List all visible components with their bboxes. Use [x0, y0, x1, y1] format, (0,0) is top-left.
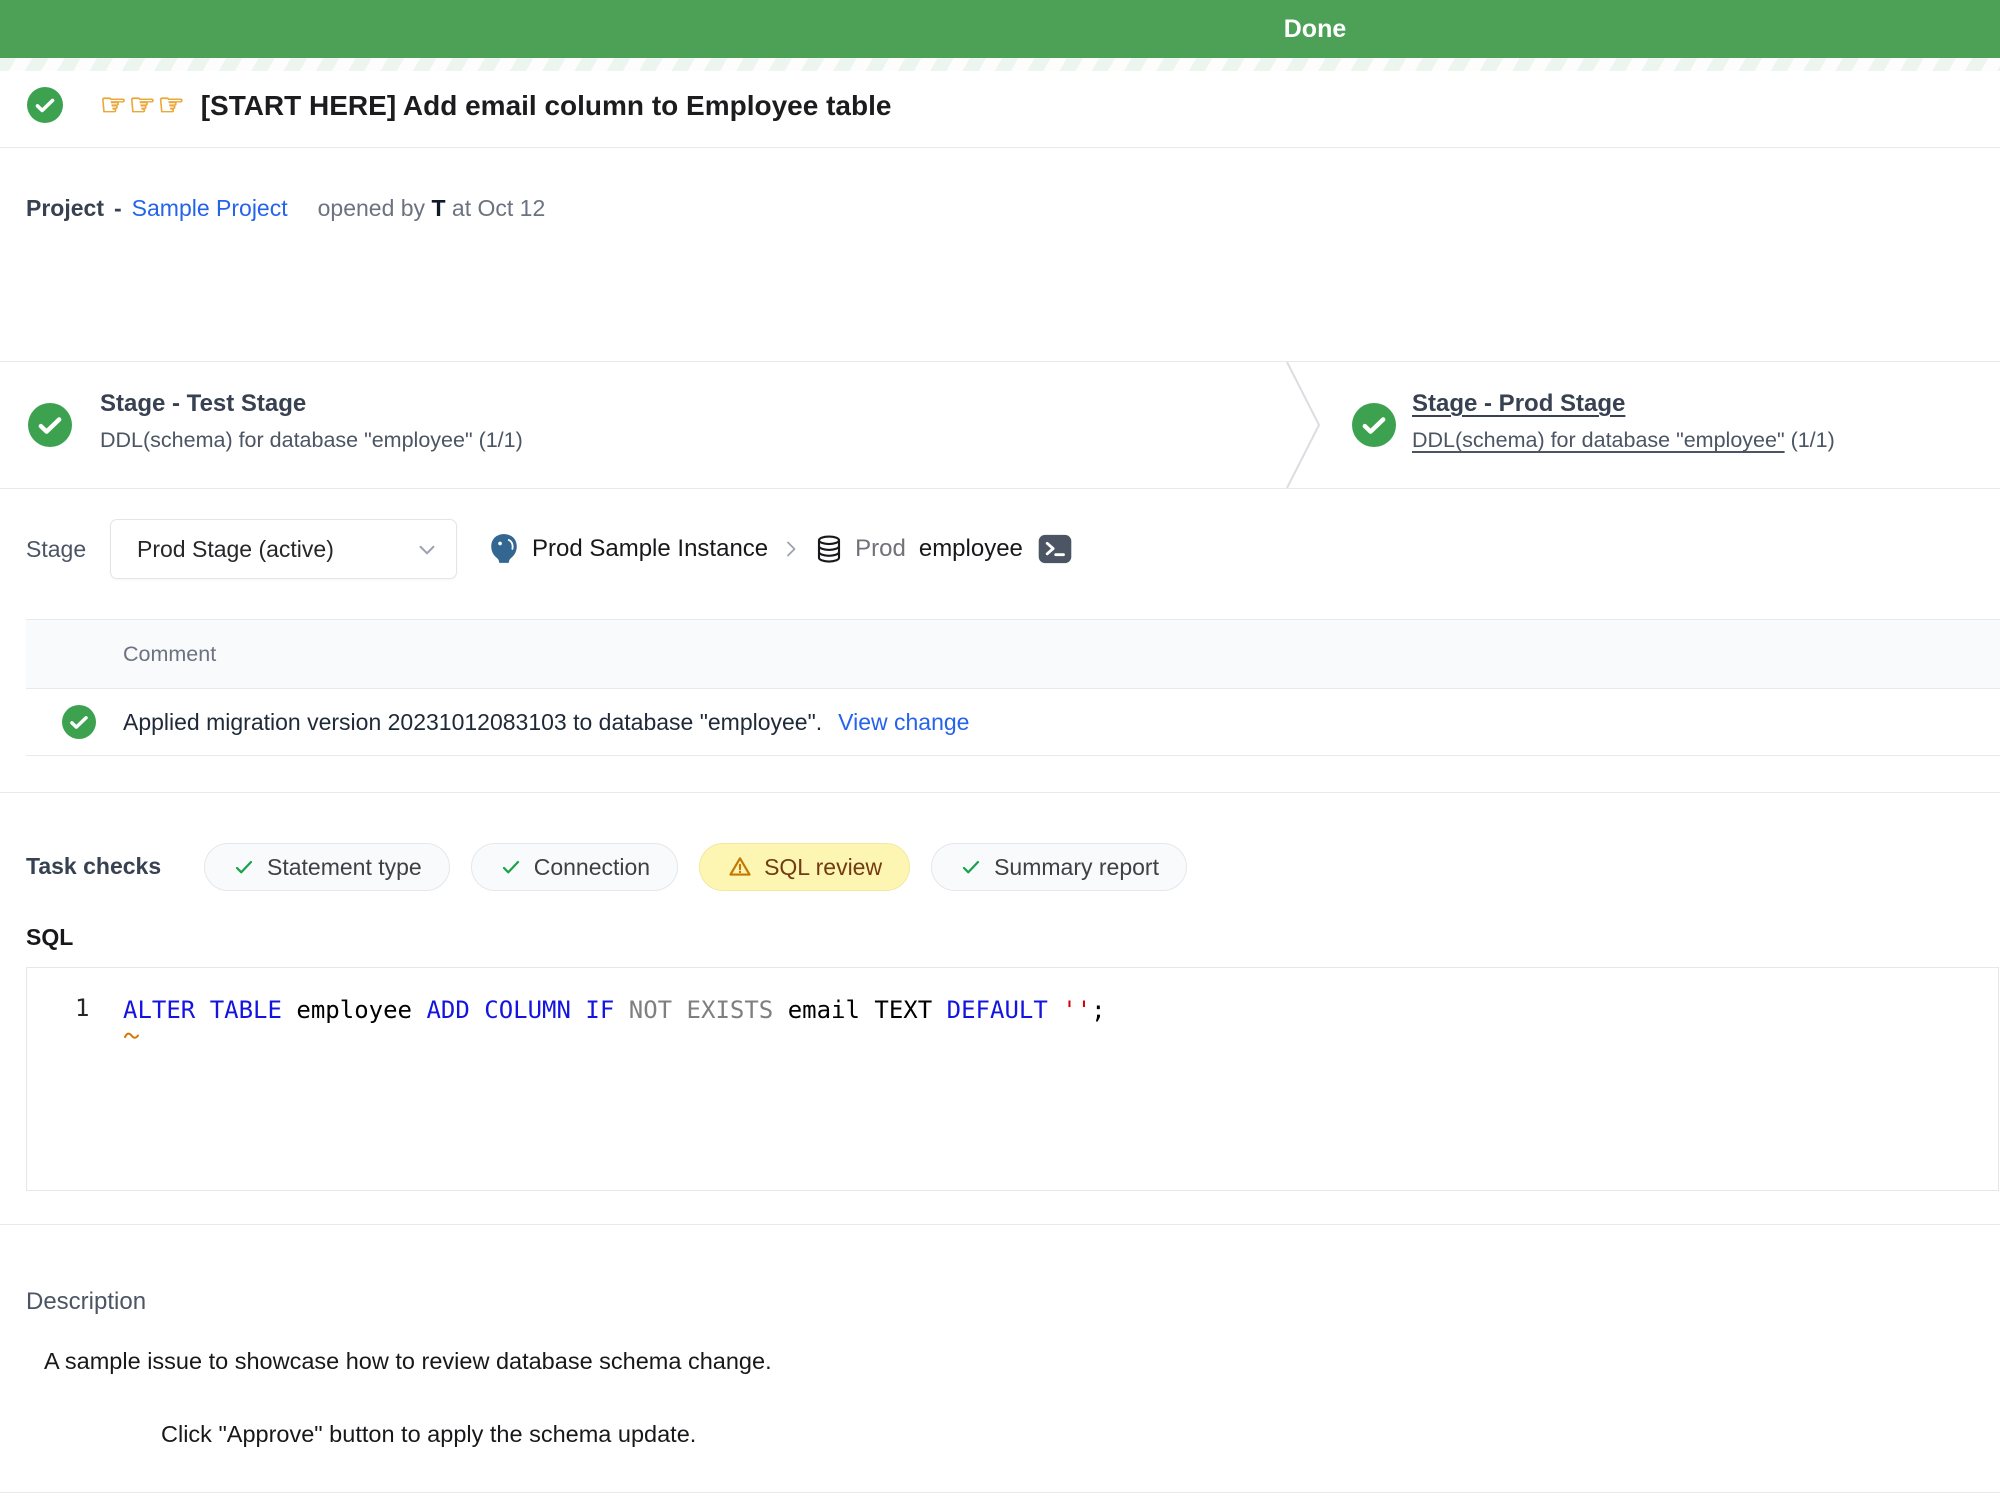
task-check-pill-summary-report[interactable]: Summary report: [931, 843, 1187, 891]
banner-pattern-strip: [0, 58, 2000, 71]
issue-title-text: [START HERE] Add email column to Employe…: [201, 90, 892, 121]
stage-title-link[interactable]: Stage - Prod Stage: [1412, 390, 1835, 418]
pointer-emoji: ☞☞☞: [100, 89, 187, 122]
chevron-down-icon: [414, 537, 440, 563]
description-line: A sample issue to showcase how to review…: [44, 1348, 772, 1375]
sql-token: employee: [282, 996, 427, 1024]
task-check-label: SQL review: [764, 854, 882, 881]
database-breadcrumb: Prod Sample Instance Prod employee: [487, 518, 1072, 580]
sql-heading: SQL: [26, 924, 73, 951]
sql-token: ADD COLUMN IF: [426, 996, 614, 1024]
line-number: 1: [75, 994, 89, 1022]
check-icon: [499, 855, 523, 879]
stage-task: DDL(schema) for database "employee" (1/1…: [100, 428, 523, 453]
stage-selector-label: Stage: [26, 518, 86, 580]
section-divider: [0, 792, 2000, 793]
task-check-pill-statement-type[interactable]: Statement type: [204, 843, 450, 891]
sql-token: [1048, 996, 1062, 1024]
project-separator: -: [114, 195, 122, 221]
postgresql-icon: [487, 532, 521, 566]
comment-column-header: Comment: [123, 620, 2000, 688]
sql-editor[interactable]: 1 ALTER TABLE employee ADD COLUMN IF NOT…: [26, 967, 1999, 1191]
task-check-pill-connection[interactable]: Connection: [471, 843, 678, 891]
description-line: Click "Approve" button to apply the sche…: [161, 1421, 696, 1448]
bottom-divider: [0, 1492, 2000, 1493]
sql-token: email TEXT: [773, 996, 946, 1024]
open-sql-console-button[interactable]: [1038, 534, 1072, 564]
database-icon: [814, 534, 844, 564]
sql-token: NOT EXISTS: [629, 996, 774, 1024]
issue-title: ☞☞☞ [START HERE] Add email column to Empl…: [100, 88, 891, 123]
section-divider: [0, 1224, 2000, 1225]
comment-done-check-icon: [62, 705, 96, 739]
stage-done-check-icon: [28, 403, 72, 447]
stage-select[interactable]: Prod Stage (active): [110, 519, 457, 579]
sql-token: ALTER TABLE: [123, 996, 282, 1024]
description-heading: Description: [26, 1288, 146, 1316]
comment-row: Applied migration version 20231012083103…: [26, 689, 2000, 756]
sql-token: [614, 996, 628, 1024]
chevron-right-icon: [779, 537, 803, 561]
stage-pipeline: Stage - Test Stage DDL(schema) for datab…: [0, 361, 2000, 489]
sql-token: DEFAULT: [947, 996, 1048, 1024]
issue-creator: T: [431, 195, 445, 221]
sql-token: ;: [1091, 996, 1105, 1024]
comment-text: Applied migration version 20231012083103…: [123, 709, 822, 735]
check-icon: [232, 855, 256, 879]
status-banner-text: Done: [1284, 0, 1347, 58]
stage-select-value: Prod Stage (active): [137, 520, 334, 578]
stage-task-count: (1/1): [479, 428, 523, 452]
project-name-link[interactable]: Sample Project: [132, 195, 288, 221]
database-name[interactable]: employee: [919, 535, 1023, 563]
task-checks-label: Task checks: [26, 843, 161, 889]
sql-code-line: ALTER TABLE employee ADD COLUMN IF NOT E…: [123, 994, 1106, 1026]
instance-name[interactable]: Prod Sample Instance: [532, 535, 768, 563]
opened-by-label: opened by: [318, 195, 425, 221]
stage-divider-chevron-icon: [1286, 362, 1322, 488]
stage-selector-row: Stage Prod Stage (active) Prod Sample In…: [0, 518, 2000, 580]
stage-title: Stage - Test Stage: [100, 390, 523, 418]
stage-done-check-icon: [1352, 403, 1396, 447]
task-check-pills: Statement type Connection SQL review Sum…: [204, 843, 1187, 891]
sql-token: '': [1062, 996, 1091, 1024]
task-check-pill-sql-review[interactable]: SQL review: [699, 843, 910, 891]
task-check-label: Summary report: [994, 854, 1159, 881]
status-banner: Done: [0, 0, 2000, 58]
task-checks-row: Task checks Statement type Connection SQ…: [0, 843, 2000, 889]
check-icon: [959, 855, 983, 879]
project-row: Project-Sample Project opened by T at Oct…: [26, 195, 545, 222]
view-change-link[interactable]: View change: [838, 709, 969, 735]
lint-warning-squiggle-icon: [124, 1030, 142, 1040]
issue-done-check-icon: [27, 87, 63, 123]
issue-title-row: ☞☞☞ [START HERE] Add email column to Empl…: [0, 80, 2000, 148]
terminal-icon: [1038, 534, 1072, 564]
stage-task: DDL(schema) for database "employee" (1/1…: [1412, 428, 1835, 453]
project-label: Project: [26, 195, 104, 221]
task-check-label: Connection: [534, 854, 650, 881]
stage-task-text: DDL(schema) for database "employee": [100, 428, 473, 452]
warning-icon: [727, 854, 753, 880]
stage-task-count: (1/1): [1791, 428, 1835, 452]
comment-table-header: Comment: [26, 619, 2000, 689]
task-check-label: Statement type: [267, 854, 422, 881]
comment-text-wrap: Applied migration version 20231012083103…: [123, 689, 969, 755]
comment-table: Comment Applied migration version 202310…: [26, 619, 2000, 756]
stage-task-link[interactable]: DDL(schema) for database "employee": [1412, 428, 1785, 452]
opened-at: at Oct 12: [452, 195, 545, 221]
environment-name: Prod: [855, 535, 906, 563]
issue-page: Done ☞☞☞ [START HERE] Add email column to…: [0, 0, 2000, 1500]
